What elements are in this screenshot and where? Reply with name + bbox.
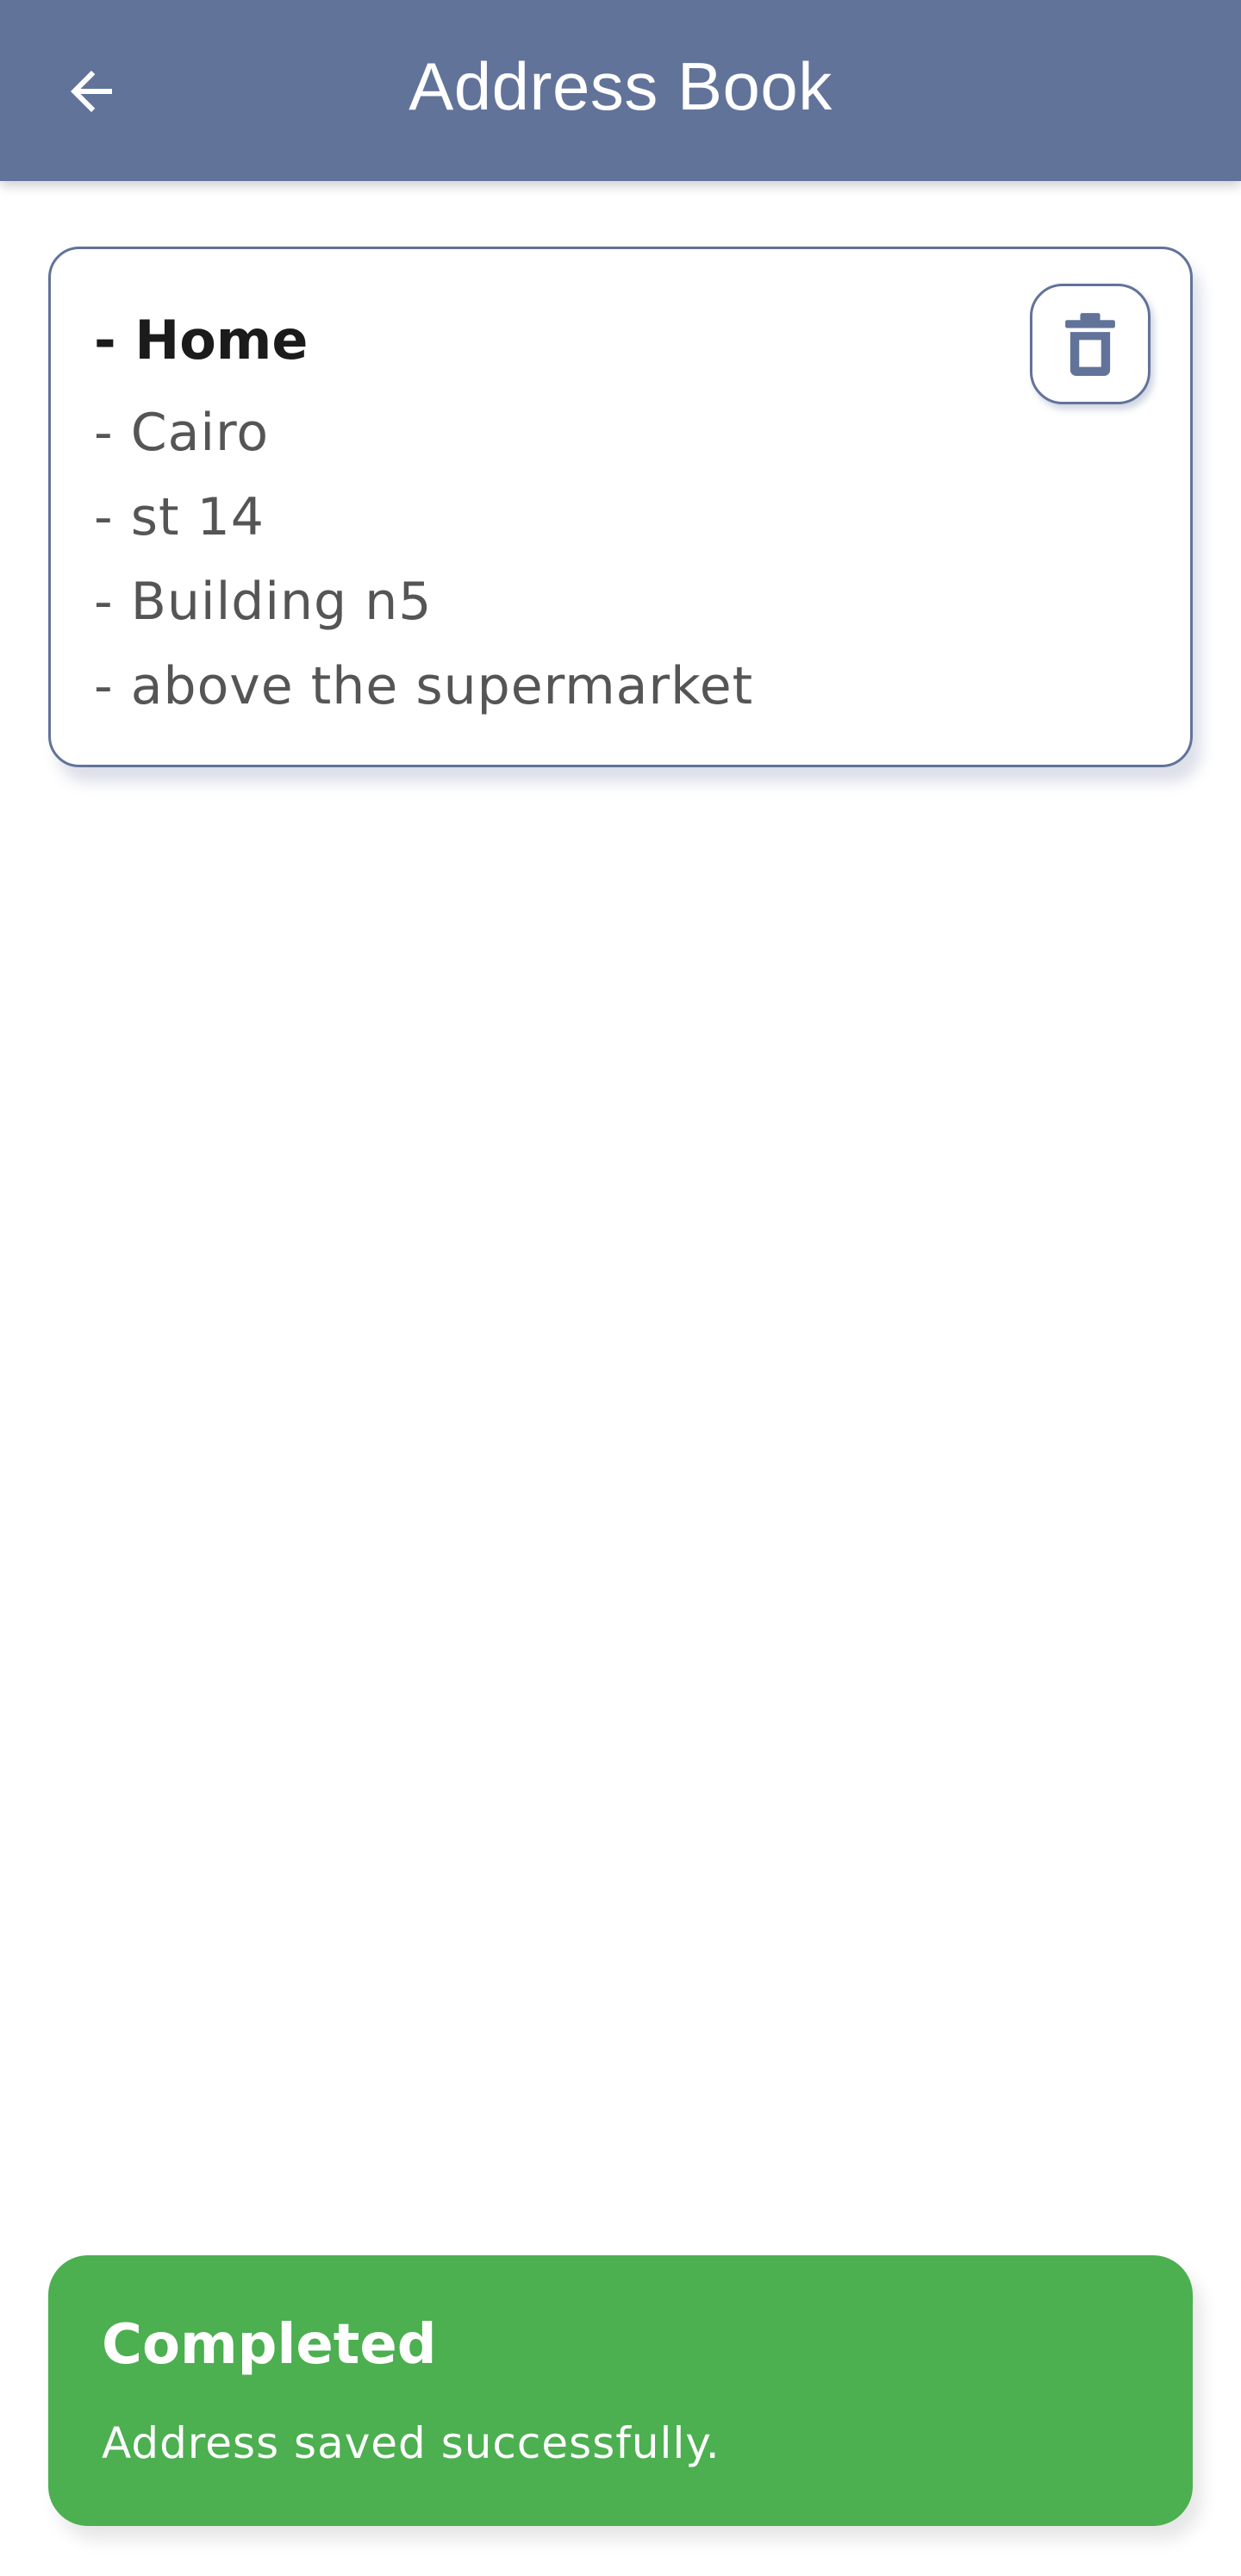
address-lines: - Cairo - st 14 - Building n5 - above th… (94, 391, 1018, 728)
address-line-city: - Cairo (94, 403, 270, 463)
address-line-building: - Building n5 (94, 572, 433, 632)
app-bar: Address Book (0, 0, 1241, 181)
toast-title: Completed (102, 2313, 437, 2377)
success-toast[interactable]: Completed Address saved successfully. (48, 2255, 1193, 2526)
address-line-landmark: - above the supermarket (94, 656, 754, 716)
toast-message: Address saved successfully. (102, 2418, 720, 2468)
delete-address-button[interactable] (1030, 284, 1151, 404)
address-card[interactable]: - Home - Cairo - st 14 - Building n5 - a… (48, 247, 1193, 767)
trash-icon (1065, 313, 1115, 376)
page-title: Address Book (408, 48, 833, 124)
address-details: - Home - Cairo - st 14 - Building n5 - a… (94, 306, 1018, 728)
address-title: - Home (94, 309, 309, 372)
address-line-street: - st 14 (94, 487, 265, 547)
